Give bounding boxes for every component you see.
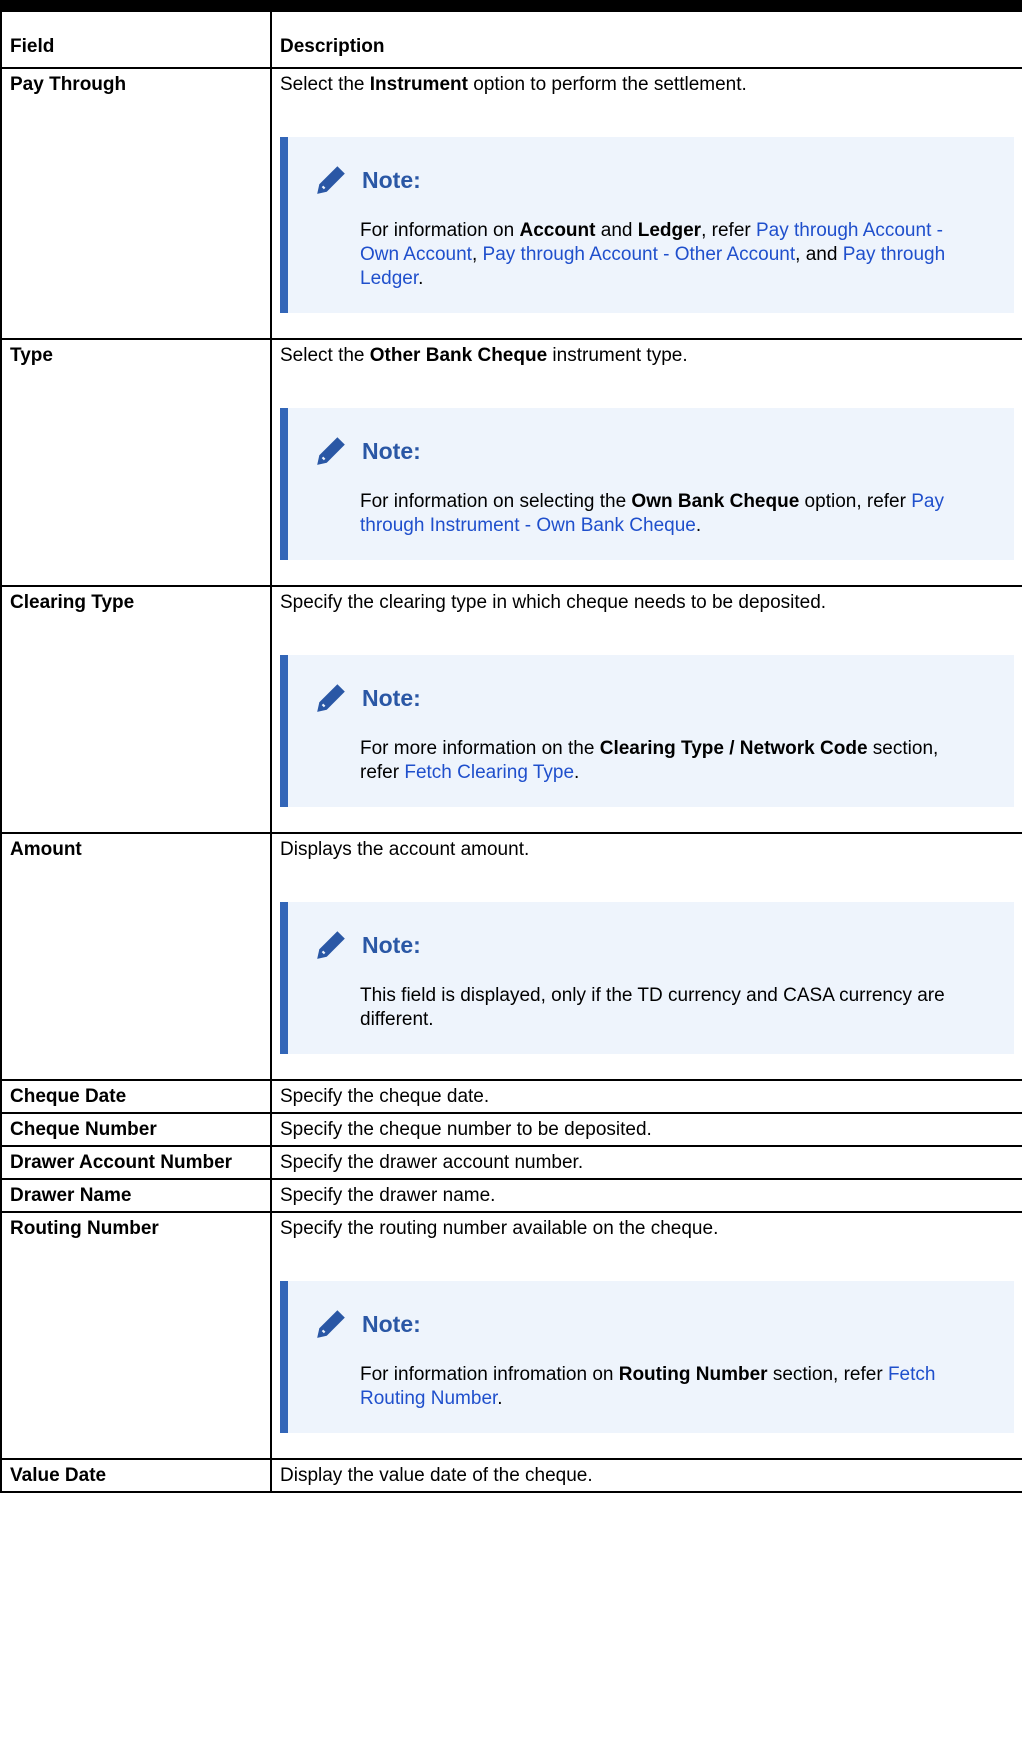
note-box: Note: For information on selecting the O…	[280, 408, 1014, 560]
table-row: Drawer Account Number Specify the drawer…	[0, 1145, 1022, 1180]
note-title: Note:	[362, 438, 421, 464]
pencil-icon	[317, 684, 345, 712]
field-name: Clearing Type	[0, 585, 272, 834]
pencil-icon	[317, 437, 345, 465]
note-title: Note:	[362, 685, 421, 711]
field-description: Specify the cheque date.	[270, 1079, 1022, 1114]
field-description: Select the Other Bank Cheque instrument …	[270, 338, 1022, 587]
note-box: Note: For information on Account and Led…	[280, 137, 1014, 313]
field-name: Value Date	[0, 1458, 272, 1493]
field-description: Specify the drawer name.	[270, 1178, 1022, 1213]
header-description: Description	[270, 10, 1022, 69]
link-fetch-clearing-type[interactable]: Fetch Clearing Type	[404, 762, 574, 783]
table-row: Clearing Type Specify the clearing type …	[0, 585, 1022, 834]
table-row: Cheque Date Specify the cheque date.	[0, 1079, 1022, 1114]
pencil-icon	[317, 1310, 345, 1338]
field-description: Displays the account amount. Note: This …	[270, 832, 1022, 1081]
note-box: Note: This field is displayed, only if t…	[280, 902, 1014, 1054]
field-description: Display the value date of the cheque.	[270, 1458, 1022, 1493]
field-description: Specify the clearing type in which chequ…	[270, 585, 1022, 834]
note-text: For information infromation on Routing N…	[360, 1364, 936, 1409]
field-name: Type	[0, 338, 272, 587]
top-rule	[0, 0, 1022, 10]
note-text: For more information on the Clearing Typ…	[360, 738, 939, 783]
note-title: Note:	[362, 1311, 421, 1337]
field-name: Amount	[0, 832, 272, 1081]
field-description: Specify the drawer account number.	[270, 1145, 1022, 1180]
header-field: Field	[0, 10, 272, 69]
table-header-row: Field Description	[0, 10, 1022, 69]
note-text: For information on Account and Ledger, r…	[360, 220, 946, 289]
note-text: This field is displayed, only if the TD …	[360, 985, 945, 1030]
note-title: Note:	[362, 167, 421, 193]
field-name: Routing Number	[0, 1211, 272, 1460]
table-row: Drawer Name Specify the drawer name.	[0, 1178, 1022, 1213]
field-name: Cheque Date	[0, 1079, 272, 1114]
table-row: Routing Number Specify the routing numbe…	[0, 1211, 1022, 1460]
note-box: Note: For more information on the Cleari…	[280, 655, 1014, 807]
field-name: Cheque Number	[0, 1112, 272, 1147]
link-other-account[interactable]: Pay through Account - Other Account	[483, 244, 796, 265]
table-row: Type Select the Other Bank Cheque instru…	[0, 338, 1022, 587]
field-description: Select the Instrument option to perform …	[270, 67, 1022, 340]
table-row: Value Date Display the value date of the…	[0, 1458, 1022, 1493]
note-title: Note:	[362, 932, 421, 958]
field-name: Pay Through	[0, 67, 272, 340]
pencil-icon	[317, 931, 345, 959]
table-row: Pay Through Select the Instrument option…	[0, 67, 1022, 340]
field-description: Specify the cheque number to be deposite…	[270, 1112, 1022, 1147]
field-description-table: Field Description Pay Through Select the…	[0, 10, 1022, 1493]
pencil-icon	[317, 166, 345, 194]
field-name: Drawer Name	[0, 1178, 272, 1213]
field-description: Specify the routing number available on …	[270, 1211, 1022, 1460]
field-name: Drawer Account Number	[0, 1145, 272, 1180]
note-text: For information on selecting the Own Ban…	[360, 491, 944, 536]
table-row: Cheque Number Specify the cheque number …	[0, 1112, 1022, 1147]
table-row: Amount Displays the account amount. Note…	[0, 832, 1022, 1081]
note-box: Note: For information infromation on Rou…	[280, 1281, 1014, 1433]
